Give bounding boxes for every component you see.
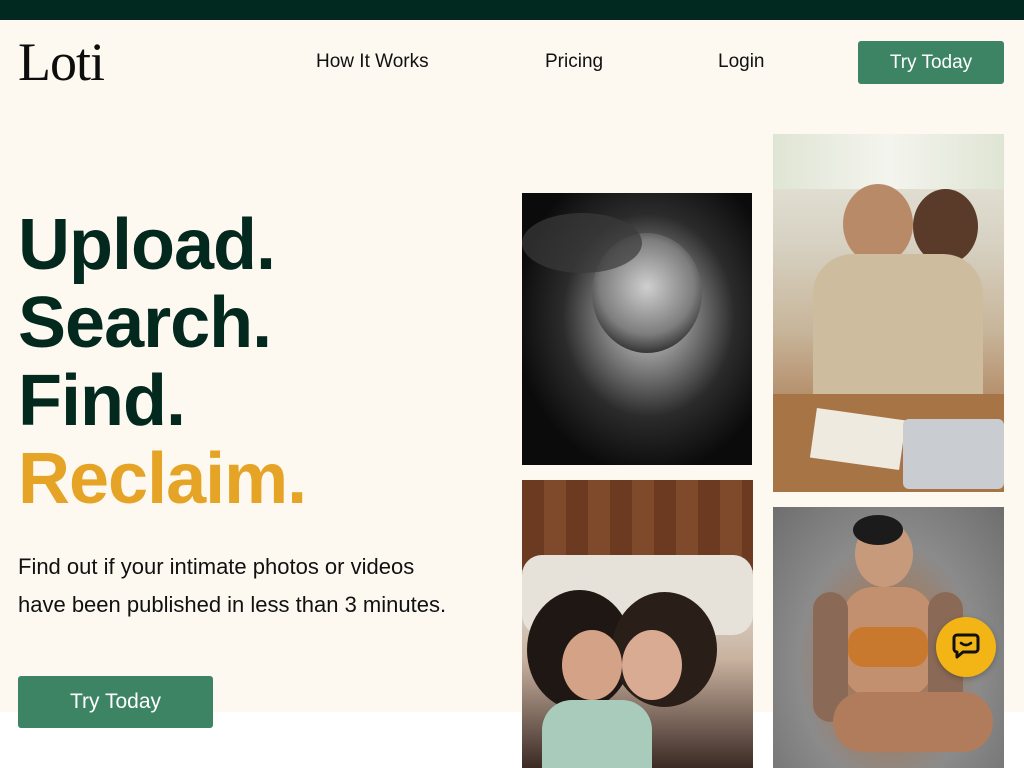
photo-woman-black-and-white <box>522 193 752 465</box>
hero-headline: Upload. Search. Find. Reclaim. <box>18 205 307 519</box>
photo-couple-at-table <box>773 134 1004 492</box>
top-banner-strip <box>0 0 1024 20</box>
logo[interactable]: Loti <box>18 30 105 94</box>
headline-line-upload: Upload. <box>18 205 276 285</box>
chat-bubble-icon <box>951 630 981 665</box>
nav-try-today-button[interactable]: Try Today <box>858 41 1004 84</box>
headline-line-search: Search. <box>18 283 272 363</box>
nav-link-pricing[interactable]: Pricing <box>545 50 603 74</box>
hero-subtext: Find out if your intimate photos or vide… <box>18 554 447 617</box>
hero-try-today-button[interactable]: Try Today <box>18 676 213 728</box>
photo-two-women-in-bed <box>522 480 753 768</box>
headline-line-reclaim: Reclaim. <box>18 439 307 519</box>
headline-line-find: Find. <box>18 361 186 441</box>
chat-widget-button[interactable] <box>936 617 996 677</box>
nav-link-how-it-works[interactable]: How It Works <box>316 50 429 74</box>
nav-link-login[interactable]: Login <box>718 50 765 74</box>
